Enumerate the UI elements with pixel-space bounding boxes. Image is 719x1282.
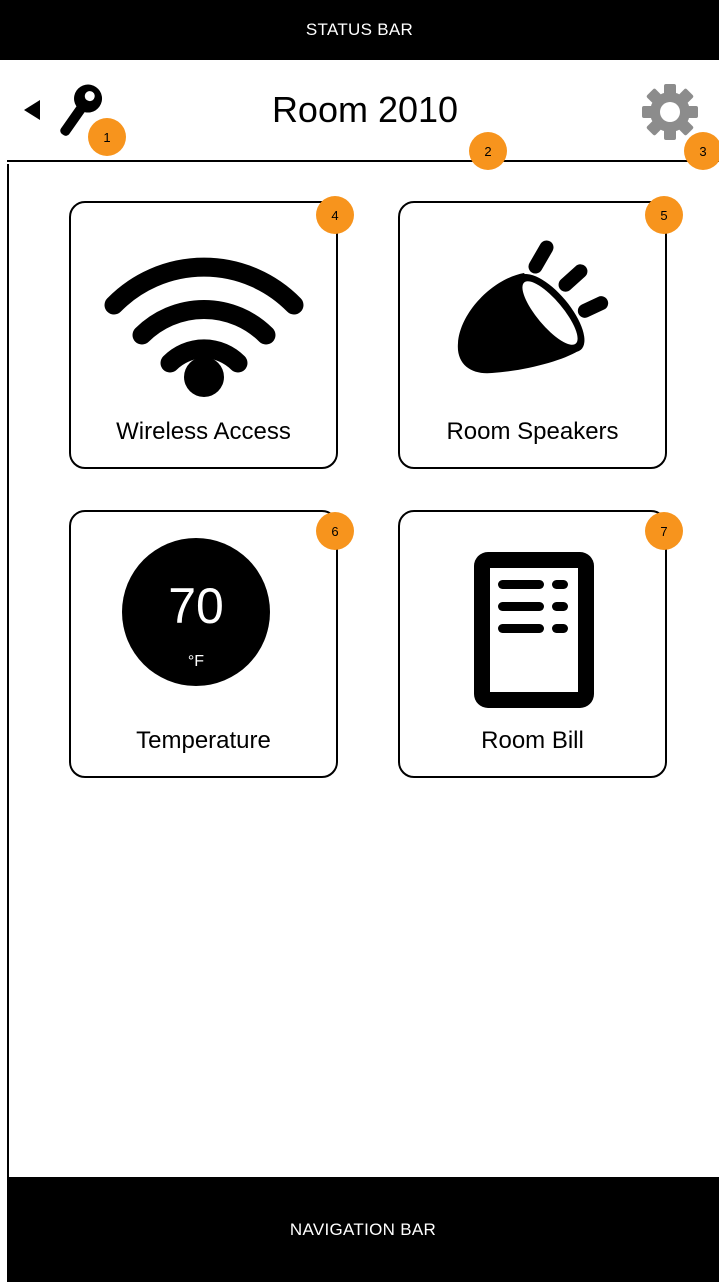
back-arrow-icon (24, 100, 40, 120)
status-bar-label: STATUS BAR (305, 20, 414, 39)
annotation-badge: 5 (645, 196, 683, 234)
room-bill-label: Room Bill (481, 727, 584, 754)
speaker-icon (457, 240, 609, 374)
navigation-bar: NAVIGATION BAR (7, 1177, 719, 1282)
gear-icon (642, 84, 698, 140)
frame-border (7, 0, 9, 1282)
header-divider (7, 160, 719, 162)
temperature-value: 70 (168, 578, 224, 634)
room-speakers-tile[interactable]: Room Speakers (398, 201, 667, 469)
temperature-unit: °F (187, 653, 205, 670)
annotation-badge: 7 (645, 512, 683, 550)
annotation-badge: 6 (316, 512, 354, 550)
room-speakers-label: Room Speakers (446, 418, 619, 445)
thermostat-icon: 70 °F (122, 538, 270, 686)
wireless-access-tile[interactable]: Wireless Access (69, 201, 338, 469)
annotation-badge: 2 (469, 132, 507, 170)
status-bar: STATUS BAR (0, 0, 719, 60)
temperature-label: Temperature (136, 727, 271, 754)
wifi-icon (104, 257, 304, 397)
annotation-badge: 1 (88, 118, 126, 156)
navigation-bar-label: NAVIGATION BAR (289, 1219, 437, 1239)
page-title: Room 2010 (271, 89, 459, 130)
room-bill-tile[interactable]: Room Bill (398, 510, 667, 778)
wireless-access-label: Wireless Access (116, 418, 291, 445)
annotation-badge: 3 (684, 132, 719, 170)
annotation-badge: 4 (316, 196, 354, 234)
bill-icon (474, 552, 594, 708)
settings-button[interactable] (640, 82, 700, 142)
temperature-tile[interactable]: 70 °F Temperature (69, 510, 338, 778)
